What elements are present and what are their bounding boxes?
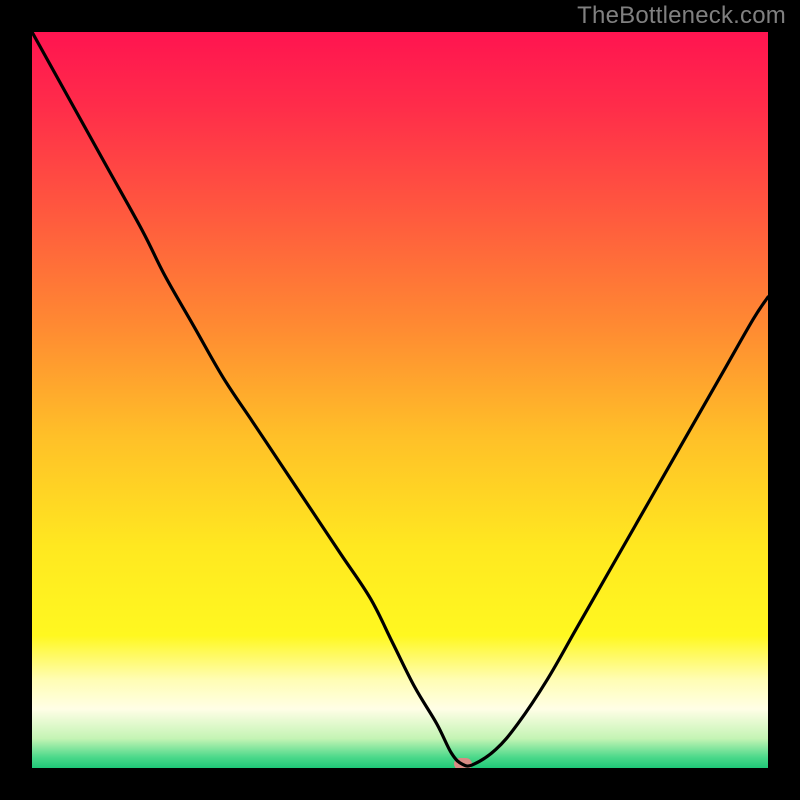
watermark-label: TheBottleneck.com xyxy=(577,2,786,30)
bottleneck-curve xyxy=(32,32,768,768)
plot-area xyxy=(32,32,768,768)
chart-frame: TheBottleneck.com xyxy=(0,0,800,800)
